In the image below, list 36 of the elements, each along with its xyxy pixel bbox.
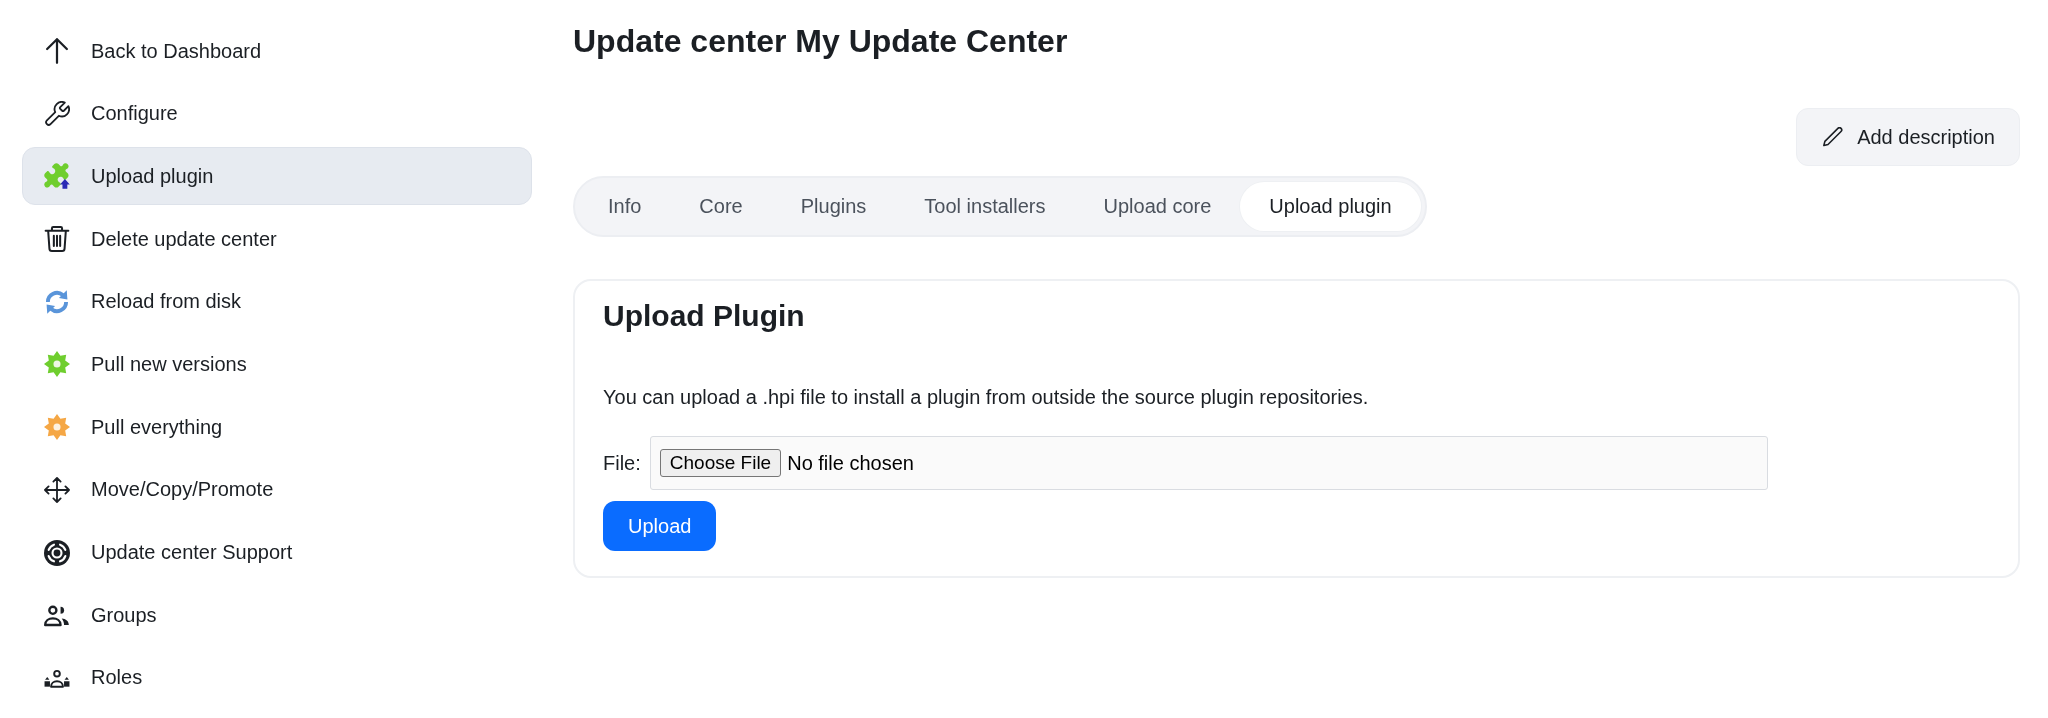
- sidebar-item[interactable]: Update center Support: [22, 523, 532, 582]
- choose-file-button[interactable]: Choose File: [659, 449, 782, 477]
- file-status-text: No file chosen: [787, 451, 914, 475]
- tab[interactable]: Info: [579, 182, 671, 231]
- sidebar-item[interactable]: Pull everything: [22, 398, 532, 457]
- sidebar-item[interactable]: Pull new versions: [22, 335, 532, 394]
- tab[interactable]: Plugins: [771, 182, 896, 231]
- sidebar-item[interactable]: Move/Copy/Promote: [22, 460, 532, 519]
- add-description-button[interactable]: Add description: [1796, 108, 2020, 166]
- lifebuoy-icon: [44, 539, 70, 566]
- sidebar-item[interactable]: Configure: [22, 84, 532, 143]
- sidebar-item[interactable]: Reload from disk: [22, 272, 532, 331]
- starburst-icon: [44, 351, 70, 378]
- reload-icon: [44, 288, 70, 315]
- starburst-icon: [44, 414, 70, 441]
- panel-description: You can upload a .hpi file to install a plugin from outside the source plugin repositories.: [603, 385, 1369, 410]
- upload-button[interactable]: Upload: [603, 501, 717, 551]
- sidebar-item[interactable]: Upload plugin: [22, 147, 532, 206]
- arrow-up-icon: [44, 38, 70, 64]
- sidebar-item[interactable]: Roles: [22, 648, 532, 707]
- file-label: File:: [603, 451, 641, 475]
- pencil-icon: [1823, 127, 1844, 147]
- page-title: Update center My Update Center: [573, 22, 1068, 61]
- panel-title: Upload Plugin: [603, 298, 805, 334]
- sidebar-item[interactable]: Groups: [22, 586, 532, 645]
- trash-icon: [44, 226, 70, 253]
- sidebar-item[interactable]: Back to Dashboard: [22, 22, 532, 80]
- sidebar-item[interactable]: Delete update center: [22, 210, 532, 269]
- move-arrows-icon: [44, 476, 70, 503]
- tab[interactable]: Upload plugin: [1240, 182, 1421, 231]
- tab[interactable]: Upload core: [1074, 182, 1241, 231]
- tab[interactable]: Tool installers: [895, 182, 1075, 231]
- wrench-icon: [44, 100, 70, 127]
- file-input-field[interactable]: Choose File No file chosen: [649, 436, 1768, 490]
- tab[interactable]: Core: [670, 182, 772, 231]
- puzzle-piece-icon: [44, 163, 70, 190]
